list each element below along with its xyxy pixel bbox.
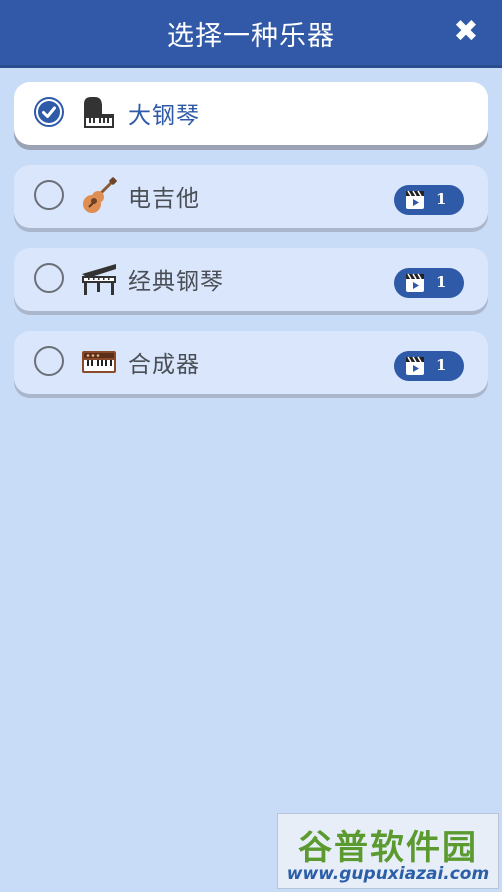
watermark-title: 谷普软件园 — [298, 828, 478, 868]
video-unlock-badge[interactable]: 1 — [394, 351, 464, 381]
badge-count: 1 — [436, 356, 447, 374]
instrument-label: 合成器 — [128, 352, 200, 378]
instrument-item-grand-piano[interactable]: 大钢琴 — [14, 82, 488, 145]
close-icon: ✖ — [453, 14, 479, 49]
instrument-item-synthesizer[interactable]: 合成器 1 — [14, 331, 488, 394]
instrument-item-classic-piano[interactable]: 经典钢琴 1 — [14, 248, 488, 311]
dialog-title: 选择一种乐器 — [167, 21, 335, 52]
radio-unchecked-icon[interactable] — [34, 346, 64, 376]
classic-piano-icon — [82, 264, 116, 295]
grand-piano-icon — [84, 97, 114, 128]
header-bar: 选择一种乐器 ✖ — [0, 0, 502, 68]
video-unlock-badge[interactable]: 1 — [394, 185, 464, 215]
radio-unchecked-icon[interactable] — [34, 180, 64, 210]
instrument-label: 电吉他 — [128, 186, 200, 212]
instrument-list: 大钢琴 电吉他 1 经典钢琴 1 合成器 1 — [14, 82, 488, 414]
badge-count: 1 — [436, 190, 447, 208]
radio-checked-icon[interactable] — [34, 97, 64, 127]
close-button[interactable]: ✖ — [450, 16, 482, 48]
badge-count: 1 — [436, 273, 447, 291]
instrument-item-electric-guitar[interactable]: 电吉他 1 — [14, 165, 488, 228]
guitar-icon — [83, 177, 117, 213]
video-unlock-badge[interactable]: 1 — [394, 268, 464, 298]
watermark-url: www.gupuxiazai.com — [286, 864, 490, 884]
film-clapper-icon — [406, 273, 424, 292]
film-clapper-icon — [406, 190, 424, 209]
film-clapper-icon — [406, 356, 424, 375]
radio-unchecked-icon[interactable] — [34, 263, 64, 293]
instrument-label: 经典钢琴 — [128, 269, 224, 295]
synthesizer-icon — [82, 351, 116, 373]
watermark-logo: 谷普软件园 www.gupuxiazai.com — [277, 813, 499, 889]
instrument-label: 大钢琴 — [128, 103, 200, 129]
